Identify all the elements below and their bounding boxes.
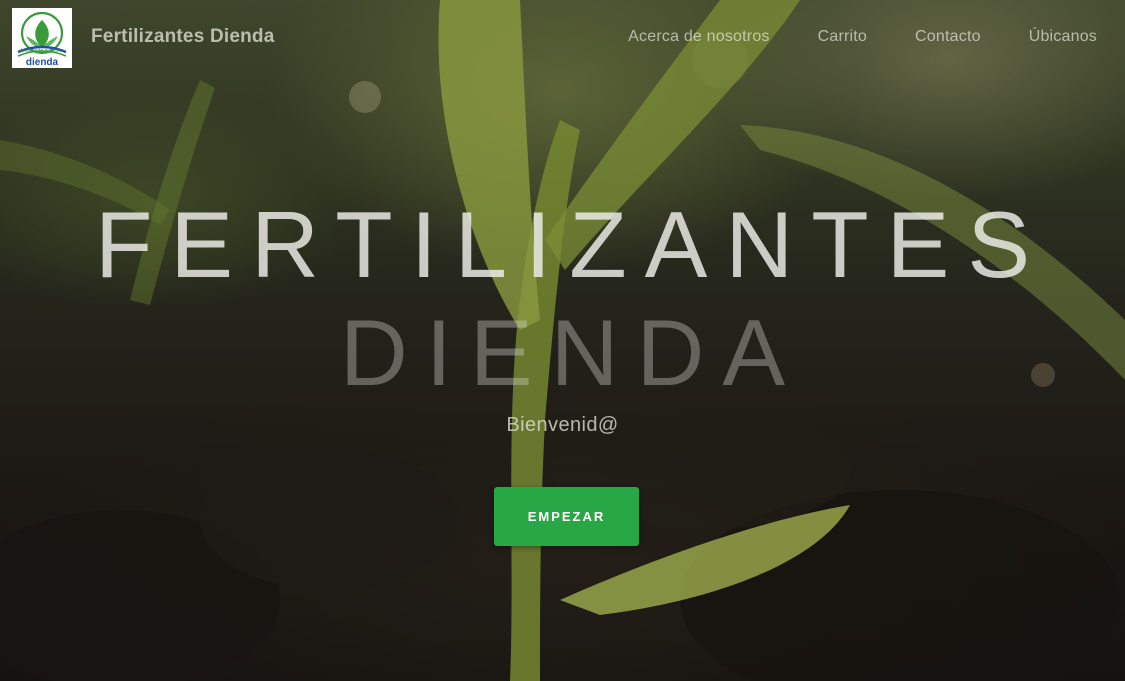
hero-title-line-2: DIENDA [339, 300, 804, 405]
nav-link-carrito[interactable]: Carrito [818, 28, 867, 46]
landing-page: fertilizante orgánico dienda Fertilizant… [0, 0, 1125, 681]
hero-title-line-1: FERTILIZANTES [94, 192, 1049, 297]
nav-links: Acerca de nosotros Carrito Contacto Úbic… [580, 28, 1097, 46]
brand-logo[interactable]: fertilizante orgánico dienda [12, 8, 72, 68]
nav-link-contacto[interactable]: Contacto [915, 28, 981, 46]
svg-text:dienda: dienda [26, 57, 59, 68]
nav-link-ubicanos[interactable]: Úbicanos [1029, 28, 1097, 46]
top-navbar: fertilizante orgánico dienda Fertilizant… [0, 0, 1125, 76]
hero-subtitle: Bienvenid@ [506, 414, 619, 436]
nav-link-acerca[interactable]: Acerca de nosotros [628, 28, 769, 46]
leaf-logo-icon: fertilizante orgánico dienda [17, 11, 67, 68]
start-button[interactable]: EMPEZAR [494, 487, 639, 546]
svg-text:fertilizante orgánico: fertilizante orgánico [20, 48, 64, 54]
brand-name-link[interactable]: Fertilizantes Dienda [91, 26, 275, 48]
